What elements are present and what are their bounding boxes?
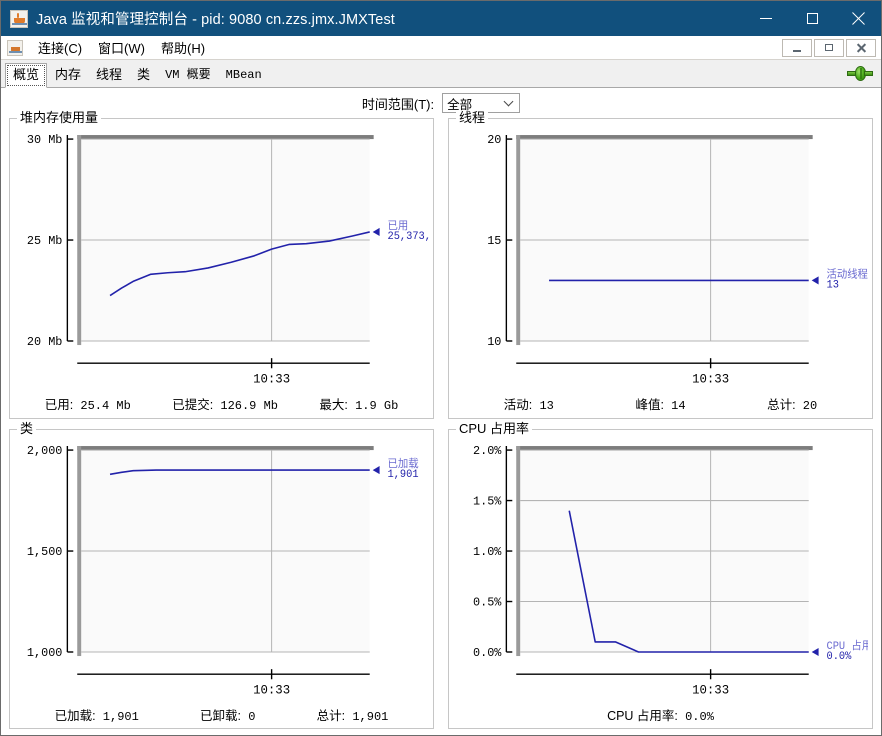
svg-text:15: 15 [487,234,501,248]
tab-mbean[interactable]: MBean [218,64,269,87]
svg-text:13: 13 [827,279,839,291]
green-plug-connected-icon [847,65,873,81]
panel-classes: 类 1,000 1,500 2,000 10:33 已加载 1,901 已加载: 1,90… [9,421,434,729]
tab-overview[interactable]: 概览 [5,63,48,88]
overview-content: 时间范围(T): 全部 堆内存使用量 20 Mb 25 Mb 30 Mb 10:33 已… [1,88,881,735]
svg-text:1,901: 1,901 [388,469,419,481]
mdi-minimize-button[interactable] [782,38,812,57]
classes-stat-loaded: 已加载: 1,901 [54,708,139,724]
svg-text:10:33: 10:33 [253,683,290,697]
chevron-down-icon [503,96,514,107]
menu-item-help[interactable]: 帮助(H) [154,36,212,59]
time-range-label: 时间范围(T): [361,96,435,112]
svg-text:25,373,648: 25,373,648 [388,231,430,243]
tab-classes[interactable]: 类 [130,64,158,87]
heap-memory-chart[interactable]: 20 Mb25 Mb30 Mb10:33已用25,373,648 [10,119,433,394]
jconsole-window: Java 监视和管理控制台 - pid: 9080 cn.zzs.jmx.JMX… [0,0,882,736]
cpu-stat-usage: CPU 占用率: 0.0% [607,708,714,724]
svg-text:0.5%: 0.5% [473,595,502,609]
classes-stat-total: 总计: 1,901 [316,708,389,724]
window-minimize-button[interactable] [743,1,789,36]
menubar-java-icon [7,39,23,56]
threads-chart[interactable]: 10 15 20 10:33 活动线程 13 [449,119,872,394]
tab-bar: 概览 内存 线程 类 VM 概要 MBean [1,60,881,88]
menubar: 连接(C) 窗口(W) 帮助(H) [1,36,881,60]
panel-threads-footer: 活动: 13 峰值: 14 总计: 20 [449,394,872,418]
svg-text:25 Mb: 25 Mb [27,234,63,248]
svg-text:0.0%: 0.0% [827,650,853,662]
svg-text:2.0%: 2.0% [473,444,502,458]
window-maximize-button[interactable] [789,1,835,36]
mdi-restore-button[interactable] [814,38,844,57]
threads-stat-live: 活动: 13 [503,398,554,413]
tab-vm-summary[interactable]: VM 概要 [158,64,218,87]
classes-chart[interactable]: 1,000 1,500 2,000 10:33 已加载 1,901 [10,430,433,705]
svg-text:0.0%: 0.0% [473,645,502,659]
window-title: Java 监视和管理控制台 - pid: 9080 cn.zzs.jmx.JMX… [36,12,395,28]
classes-stat-unloaded: 已卸载: 0 [200,708,256,724]
cpu-usage-chart[interactable]: 0.0%0.5%1.0%1.5%2.0%10:33CPU 占用率0.0% [449,430,872,705]
overview-chart-grid: 堆内存使用量 20 Mb25 Mb30 Mb10:33已用25,373,648 … [9,111,873,729]
panel-cpu-usage-footer: CPU 占用率: 0.0% [449,704,872,728]
svg-text:10:33: 10:33 [692,372,729,386]
window-controls [743,1,881,36]
panel-heap-memory: 堆内存使用量 20 Mb25 Mb30 Mb10:33已用25,373,648 … [9,111,434,419]
connection-status-indicator[interactable] [845,64,875,82]
heap-stat-committed: 已提交: 126.9 Mb [172,398,278,413]
tab-memory[interactable]: 内存 [48,64,89,87]
panel-cpu-usage: CPU 占用率 0.0%0.5%1.0%1.5%2.0%10:33CPU 占用率… [448,421,873,729]
svg-text:10: 10 [487,335,501,349]
heap-stat-max: 最大: 1.9 Gb [319,398,399,413]
svg-text:1.0%: 1.0% [473,544,502,558]
heap-stat-used: 已用: 25.4 Mb [44,398,131,413]
svg-text:30 Mb: 30 Mb [27,133,63,147]
menu-item-window[interactable]: 窗口(W) [91,36,152,59]
mdi-close-button[interactable] [846,38,876,57]
panel-heap-memory-footer: 已用: 25.4 Mb 已提交: 126.9 Mb 最大: 1.9 Gb [10,394,433,418]
panel-threads: 线程 10 15 20 10:33 活动线程 13 活动: 13 峰值: 14 总计: [448,111,873,419]
svg-text:1,500: 1,500 [27,544,63,558]
window-titlebar: Java 监视和管理控制台 - pid: 9080 cn.zzs.jmx.JMX… [1,1,881,36]
mdi-window-controls [782,38,881,57]
tab-threads[interactable]: 线程 [89,64,130,87]
svg-text:2,000: 2,000 [27,444,63,458]
panel-classes-footer: 已加载: 1,901 已卸载: 0 总计: 1,901 [10,704,433,728]
svg-text:10:33: 10:33 [692,683,729,697]
menu-item-connection[interactable]: 连接(C) [31,36,89,59]
java-cup-icon [10,9,28,28]
svg-text:1.5%: 1.5% [473,494,502,508]
svg-text:1,000: 1,000 [27,645,63,659]
threads-stat-total: 总计: 20 [767,398,818,413]
svg-text:20 Mb: 20 Mb [27,335,63,349]
svg-text:20: 20 [487,133,501,147]
svg-text:10:33: 10:33 [253,372,290,386]
time-range-bar: 时间范围(T): 全部 [9,88,873,118]
threads-stat-peak: 峰值: 14 [635,398,686,413]
window-close-button[interactable] [835,1,881,36]
